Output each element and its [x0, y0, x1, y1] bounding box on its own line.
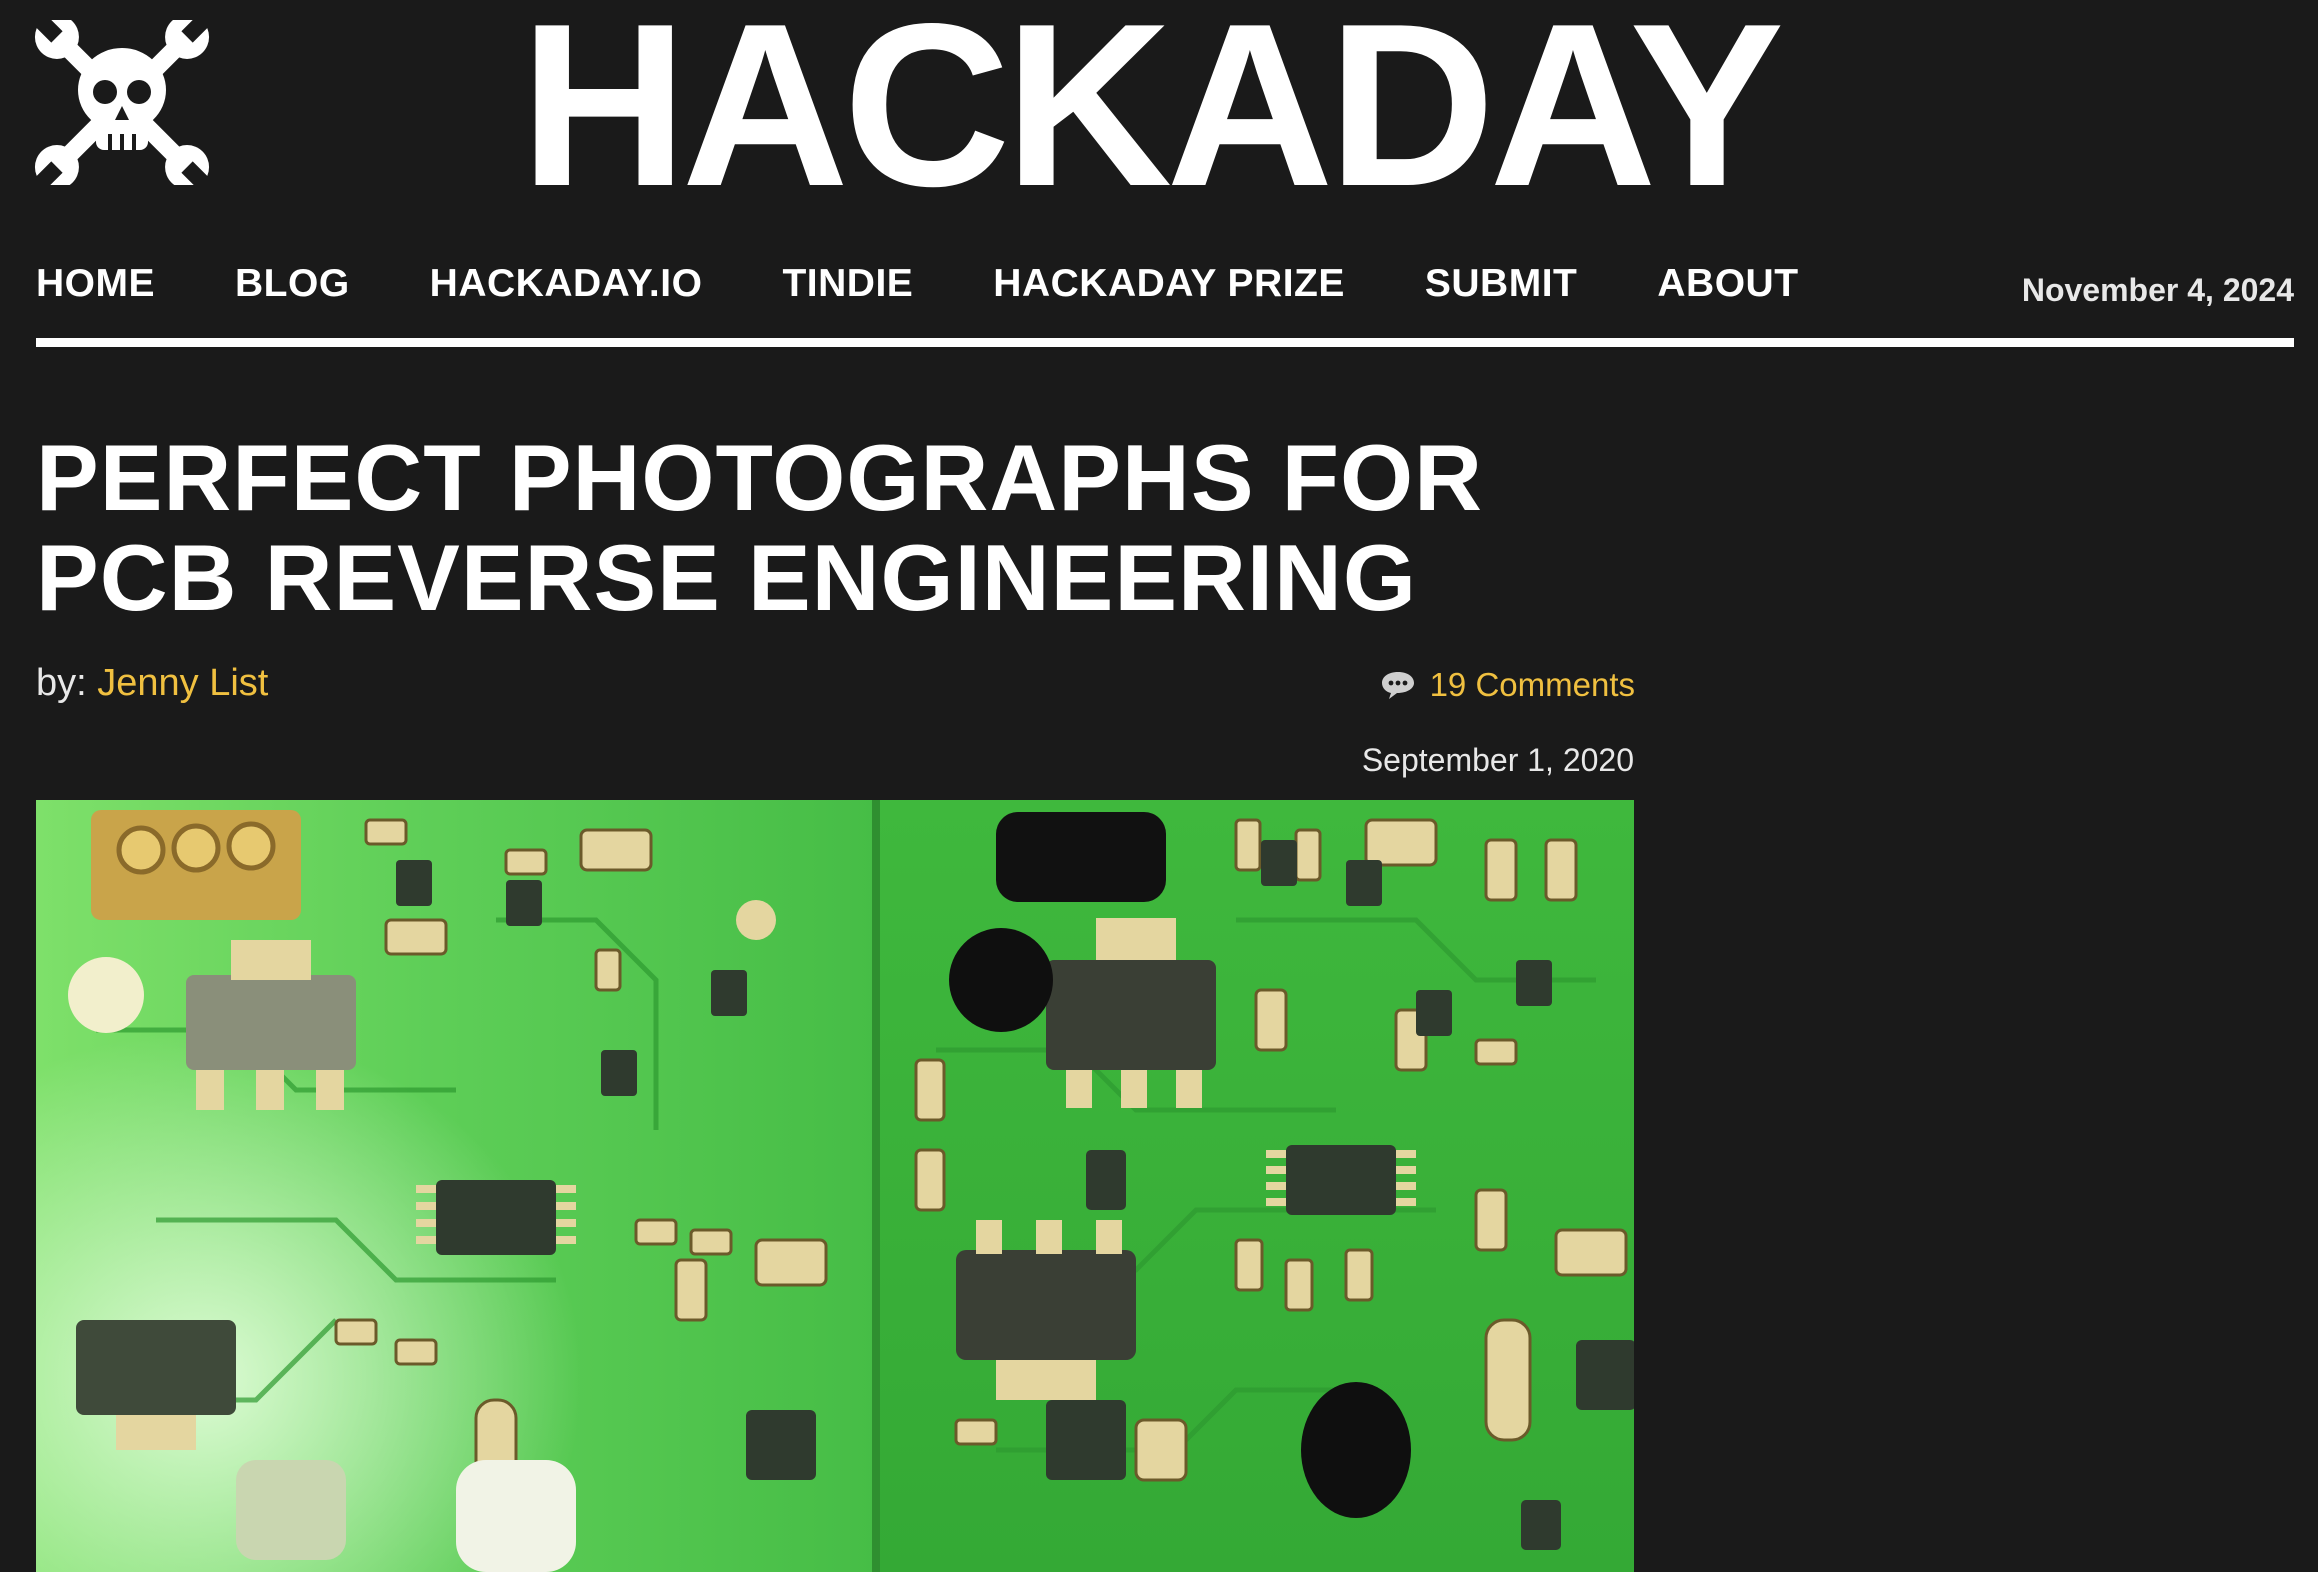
nav-about[interactable]: ABOUT: [1657, 262, 1798, 306]
article-title[interactable]: PERFECT PHOTOGRAPHS FOR PCB REVERSE ENGI…: [36, 428, 1636, 628]
nav-hackaday-prize[interactable]: HACKADAY PRIZE: [993, 262, 1345, 306]
article-hero-image[interactable]: [36, 800, 1634, 1572]
nav-submit[interactable]: SUBMIT: [1425, 262, 1578, 306]
comments-count[interactable]: 19 Comments: [1430, 666, 1635, 704]
article-title-line-1[interactable]: PERFECT PHOTOGRAPHS FOR: [36, 425, 1483, 530]
nav-blog[interactable]: BLOG: [235, 262, 350, 306]
skull-and-wrenches-icon[interactable]: [30, 20, 215, 185]
main-nav: HOME BLOG HACKADAY.IO TINDIE HACKADAY PR…: [36, 262, 1879, 306]
byline: by: Jenny List: [36, 662, 268, 705]
nav-home[interactable]: HOME: [36, 262, 155, 306]
speech-bubble-icon: [1381, 672, 1414, 699]
nav-divider: [36, 338, 2294, 347]
nav-hackaday-io[interactable]: HACKADAY.IO: [430, 262, 703, 306]
article-title-line-2[interactable]: PCB REVERSE ENGINEERING: [36, 525, 1417, 630]
post-date: September 1, 2020: [1361, 742, 1634, 778]
by-label: by:: [36, 662, 87, 704]
author-link[interactable]: Jenny List: [97, 662, 268, 704]
current-date: November 4, 2024: [2021, 272, 2294, 308]
nav-tindie[interactable]: TINDIE: [782, 262, 913, 306]
comments-link[interactable]: 19 Comments: [1380, 666, 1635, 704]
site-title[interactable]: HACKADAY: [520, 0, 1820, 222]
